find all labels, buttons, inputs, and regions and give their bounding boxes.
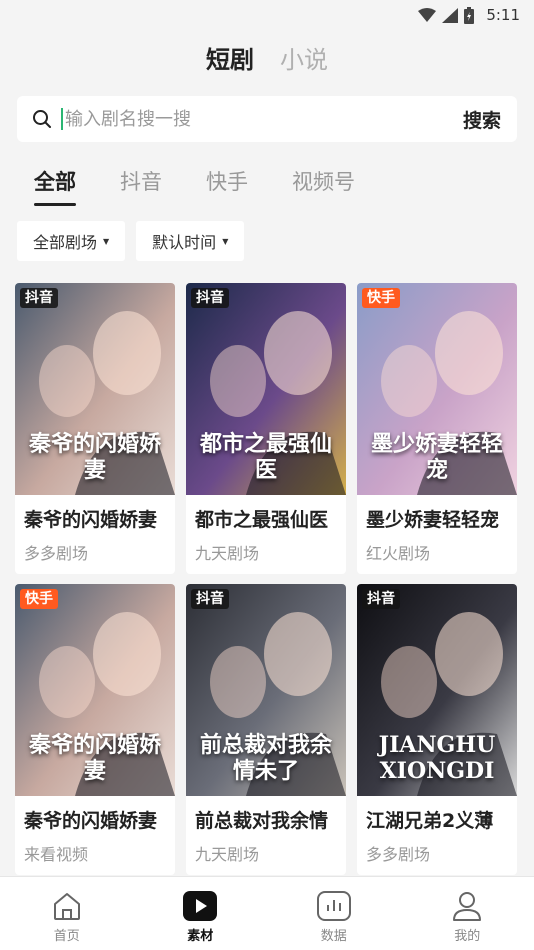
nav-mine[interactable]: 我的: [401, 877, 534, 950]
nav-mine-label: 我的: [454, 929, 481, 944]
search-button[interactable]: 搜索: [463, 106, 501, 133]
drama-title: 秦爷的闪婚娇妻: [24, 810, 158, 832]
drama-poster: 都市之最强仙医 抖音: [186, 283, 346, 495]
drama-card[interactable]: 秦爷的闪婚娇妻 快手 秦爷的闪婚娇妻 来看视频: [15, 584, 175, 875]
user-icon: [450, 889, 484, 923]
drama-grid: 秦爷的闪婚娇妻 抖音 秦爷的闪婚娇妻 多多剧场 都市之最强仙医 抖音 都市之最强仙医 九天剧场…: [15, 283, 517, 875]
drama-source: 多多剧场: [24, 544, 89, 563]
drama-poster: 秦爷的闪婚娇妻 抖音: [15, 283, 175, 495]
time-filter-dropdown[interactable]: 默认时间 ▼: [136, 221, 245, 261]
drama-poster: JIANGHU XIONGDI 抖音: [357, 584, 517, 796]
filter-bar: 全部剧场 ▼ 默认时间 ▼: [17, 221, 245, 261]
status-time: 5:11: [486, 6, 520, 24]
drama-poster: 前总裁对我余情未了 抖音: [186, 584, 346, 796]
search-icon: [31, 108, 53, 130]
drama-title: 前总裁对我余情: [195, 810, 329, 832]
text-caret: [61, 108, 63, 130]
category-tabs: 全部 抖音 快手 视频号: [34, 166, 355, 206]
platform-badge: 抖音: [191, 288, 229, 308]
nav-data[interactable]: 数据: [267, 877, 401, 950]
search-bar: 搜索: [17, 96, 517, 142]
wifi-icon: [418, 8, 437, 22]
tab-all[interactable]: 全部: [34, 166, 76, 206]
nav-material[interactable]: 素材: [134, 877, 268, 950]
drama-card[interactable]: JIANGHU XIONGDI 抖音江湖兄弟2义薄 多多剧场: [357, 584, 517, 875]
theater-filter-label: 全部剧场: [33, 233, 98, 252]
top-tab-novel[interactable]: 小说: [280, 40, 328, 75]
search-input[interactable]: [65, 108, 463, 130]
drama-source: 红火剧场: [366, 544, 431, 563]
signal-icon: [442, 7, 459, 23]
platform-badge: 快手: [20, 589, 58, 609]
platform-badge: 抖音: [362, 589, 400, 609]
drama-source: 九天剧场: [195, 845, 260, 864]
poster-title-art: 墨少娇妻轻轻宠: [370, 431, 503, 483]
chart-icon: [316, 889, 351, 923]
tab-kuaishou[interactable]: 快手: [206, 166, 248, 206]
drama-poster: 秦爷的闪婚娇妻 快手: [15, 584, 175, 796]
theater-filter-dropdown[interactable]: 全部剧场 ▼: [17, 221, 126, 261]
drama-title: 墨少娇妻轻轻宠: [366, 509, 500, 531]
drama-source: 来看视频: [24, 845, 89, 864]
poster-title-art: 秦爷的闪婚娇妻: [28, 431, 161, 483]
play-icon: [183, 889, 218, 923]
platform-badge: 快手: [362, 288, 400, 308]
drama-poster: 墨少娇妻轻轻宠 快手: [357, 283, 517, 495]
bottom-nav: 首页 素材 数据 我的: [0, 876, 534, 950]
drama-card[interactable]: 墨少娇妻轻轻宠 快手 墨少娇妻轻轻宠 红火剧场: [357, 283, 517, 574]
drama-source: 多多剧场: [366, 845, 431, 864]
tab-douyin[interactable]: 抖音: [120, 166, 162, 206]
top-tabs: 短剧 小说: [0, 40, 534, 75]
poster-title-art: 前总裁对我余情未了: [199, 732, 332, 784]
time-filter-label: 默认时间: [152, 233, 217, 252]
drama-title: 秦爷的闪婚娇妻: [24, 509, 158, 531]
platform-badge: 抖音: [20, 288, 58, 308]
drama-card[interactable]: 都市之最强仙医 抖音 都市之最强仙医 九天剧场: [186, 283, 346, 574]
drama-source: 九天剧场: [195, 544, 260, 563]
drama-card[interactable]: 前总裁对我余情未了 抖音前总裁对我余情 九天剧场: [186, 584, 346, 875]
top-tab-short-drama[interactable]: 短剧: [206, 40, 254, 75]
tab-shipinhao[interactable]: 视频号: [292, 166, 355, 206]
nav-data-label: 数据: [320, 929, 347, 944]
home-icon: [50, 889, 84, 923]
poster-title-art: 都市之最强仙医: [199, 431, 332, 483]
caret-down-icon: ▼: [103, 236, 110, 246]
nav-home[interactable]: 首页: [0, 877, 134, 950]
nav-material-label: 素材: [187, 929, 214, 944]
drama-title: 都市之最强仙医: [195, 509, 329, 531]
poster-title-art: JIANGHU XIONGDI: [378, 732, 496, 784]
drama-card[interactable]: 秦爷的闪婚娇妻 抖音 秦爷的闪婚娇妻 多多剧场: [15, 283, 175, 574]
drama-title: 江湖兄弟2义薄: [366, 810, 494, 832]
poster-title-art: 秦爷的闪婚娇妻: [28, 732, 161, 784]
status-bar: 5:11: [0, 0, 534, 30]
battery-icon: [464, 6, 475, 24]
caret-down-icon: ▼: [222, 236, 229, 246]
platform-badge: 抖音: [191, 589, 229, 609]
nav-home-label: 首页: [53, 929, 80, 944]
